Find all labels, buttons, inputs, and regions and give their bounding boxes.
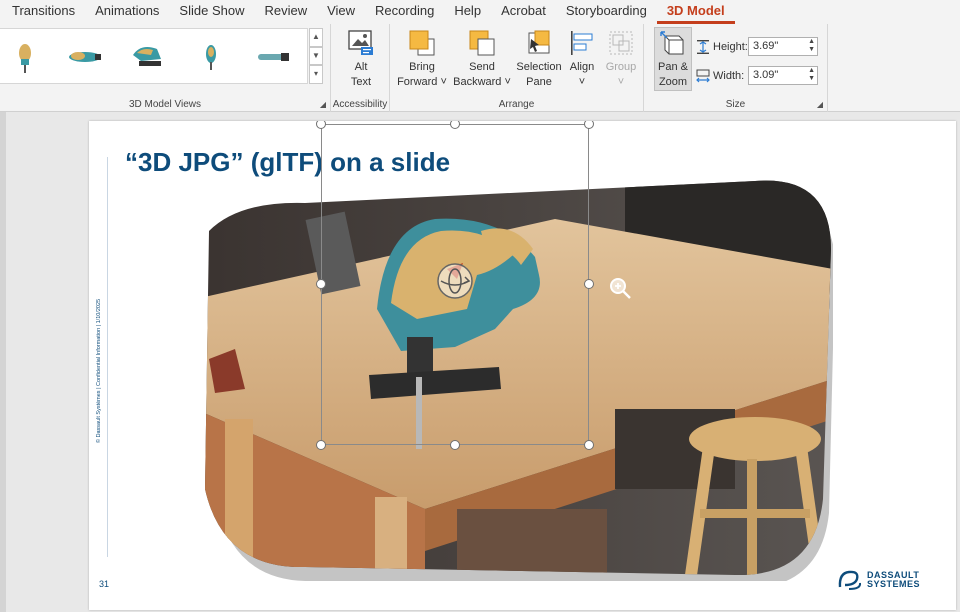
resize-handle-left[interactable] <box>316 279 326 289</box>
send-backward-label-2: Backward ˅ <box>453 76 511 88</box>
view-thumbnail-top[interactable] <box>186 35 236 79</box>
align-icon <box>571 31 593 55</box>
view-thumbnail-back[interactable] <box>248 35 298 79</box>
jigsaw-top-icon <box>206 45 216 70</box>
tab-help[interactable]: Help <box>444 0 491 24</box>
send-backward-label-1: Send <box>469 61 495 73</box>
group-label-arrange: Arrange <box>498 99 535 110</box>
pan-zoom-label-2: Zoom <box>658 76 688 88</box>
pan-zoom-icon <box>660 31 684 55</box>
resize-handle-top-right[interactable] <box>584 121 594 129</box>
jigsaw-side-icon <box>69 52 101 62</box>
view-thumbnail-angle[interactable] <box>122 35 172 79</box>
ds-logo-icon <box>838 570 862 590</box>
selection-pane-button[interactable]: Selection Pane <box>514 26 564 90</box>
selection-pane-icon <box>528 30 550 54</box>
height-icon <box>697 39 709 54</box>
gallery-scroll: ▲ ▼ ▾ <box>309 28 323 85</box>
width-spinner-icon[interactable]: ▲ ▼ <box>808 67 815 83</box>
tab-review[interactable]: Review <box>254 0 317 24</box>
slide-editing-area[interactable]: © Dassault Systèmes | Confidential Infor… <box>0 112 960 612</box>
view-thumbnail-front[interactable] <box>0 35 50 79</box>
thumbnail-pane-edge[interactable] <box>0 112 6 612</box>
ribbon-tab-bar: Transitions Animations Slide Show Review… <box>0 0 960 24</box>
pan-zoom-label-1: Pan & <box>658 61 688 73</box>
alt-text-label-1: Alt <box>354 61 368 73</box>
height-label: Height: <box>713 40 748 53</box>
slide-side-rule <box>107 157 108 557</box>
3d-rotate-handle-icon[interactable] <box>435 261 475 301</box>
slide-number: 31 <box>99 579 110 589</box>
send-backward-button[interactable]: Send Backward ˅ <box>452 26 512 90</box>
size-dialog-launcher-icon[interactable]: ◢ <box>817 100 823 109</box>
group-label-size: Size <box>725 99 746 110</box>
gallery-more-icon[interactable]: ▾ <box>309 65 323 85</box>
slide[interactable]: © Dassault Systèmes | Confidential Infor… <box>89 121 956 610</box>
alt-text-icon <box>348 30 373 55</box>
group-icon <box>609 31 633 55</box>
view-thumbnail-side[interactable] <box>60 35 110 79</box>
powerpoint-window: Transitions Animations Slide Show Review… <box>0 0 960 612</box>
height-spinner-icon[interactable]: ▲ ▼ <box>808 38 815 54</box>
align-button[interactable]: Align ˅ <box>566 26 598 90</box>
group-label-2: ˅ <box>617 76 625 88</box>
group-arrange: Bring Forward ˅ Send Backward ˅ Selectio… <box>390 24 644 112</box>
model-views-gallery <box>0 28 308 84</box>
group-label-accessibility: Accessibility <box>332 99 388 110</box>
height-value: 3.69" <box>753 40 779 52</box>
tab-slide-show[interactable]: Slide Show <box>169 0 254 24</box>
selection-pane-label-1: Selection <box>516 61 562 73</box>
selection-pane-label-2: Pane <box>526 76 552 88</box>
width-value: 3.09" <box>753 69 779 81</box>
width-label: Width: <box>713 69 745 82</box>
bring-forward-button[interactable]: Bring Forward ˅ <box>396 26 448 90</box>
resize-handle-bottom-left[interactable] <box>316 440 326 450</box>
alt-text-button[interactable]: Alt Text <box>343 26 379 90</box>
resize-handle-right[interactable] <box>584 279 594 289</box>
confidential-notice: © Dassault Systèmes | Confidential Infor… <box>96 298 102 444</box>
pan-zoom-button[interactable]: Pan & Zoom <box>654 27 692 91</box>
gallery-down-icon[interactable]: ▼ <box>309 46 323 66</box>
zoom-magnifier-icon[interactable] <box>607 275 633 301</box>
send-backward-icon <box>469 30 495 56</box>
group-3d-model-views: ▲ ▼ ▾ 3D Model Views ◢ <box>0 24 331 112</box>
brand-line-2: SYSTEMES <box>867 579 921 589</box>
gallery-up-icon[interactable]: ▲ <box>309 28 323 47</box>
alt-text-label-2: Text <box>350 76 372 88</box>
group-label-1: Group <box>605 61 637 73</box>
tab-acrobat[interactable]: Acrobat <box>491 0 556 24</box>
tab-3d-model[interactable]: 3D Model <box>656 0 735 24</box>
bring-forward-label-1: Bring <box>409 61 435 73</box>
width-row: Width: 3.09" ▲ ▼ <box>696 66 818 85</box>
tab-transitions[interactable]: Transitions <box>0 0 85 24</box>
tab-storyboarding[interactable]: Storyboarding <box>556 0 657 24</box>
jigsaw-angle-icon <box>133 47 161 66</box>
jigsaw-back-icon <box>258 53 289 61</box>
width-input[interactable]: 3.09" ▲ ▼ <box>748 66 818 85</box>
jigsaw-front-icon <box>19 44 31 73</box>
resize-handle-bottom-right[interactable] <box>584 440 594 450</box>
tab-recording[interactable]: Recording <box>365 0 444 24</box>
dialog-launcher-icon[interactable]: ◢ <box>320 100 326 109</box>
align-label-1: Align <box>569 61 595 73</box>
tab-animations[interactable]: Animations <box>85 0 169 24</box>
tab-view[interactable]: View <box>317 0 365 24</box>
height-input[interactable]: 3.69" ▲ ▼ <box>748 37 818 56</box>
dassault-logo: DASSAULT SYSTEMES <box>837 569 920 591</box>
height-row: Height: 3.69" ▲ ▼ <box>696 37 818 56</box>
group-label-views: 3D Model Views <box>128 99 202 110</box>
ribbon: ▲ ▼ ▾ 3D Model Views ◢ Alt Text Accessib… <box>0 24 960 112</box>
group-accessibility: Alt Text Accessibility <box>331 24 390 112</box>
bring-forward-icon <box>409 30 435 56</box>
resize-handle-bottom[interactable] <box>450 440 460 450</box>
align-label-2: ˅ <box>578 76 586 88</box>
width-icon <box>696 69 710 82</box>
bring-forward-label-2: Forward ˅ <box>397 76 447 88</box>
group-button[interactable]: Group ˅ <box>602 26 640 90</box>
